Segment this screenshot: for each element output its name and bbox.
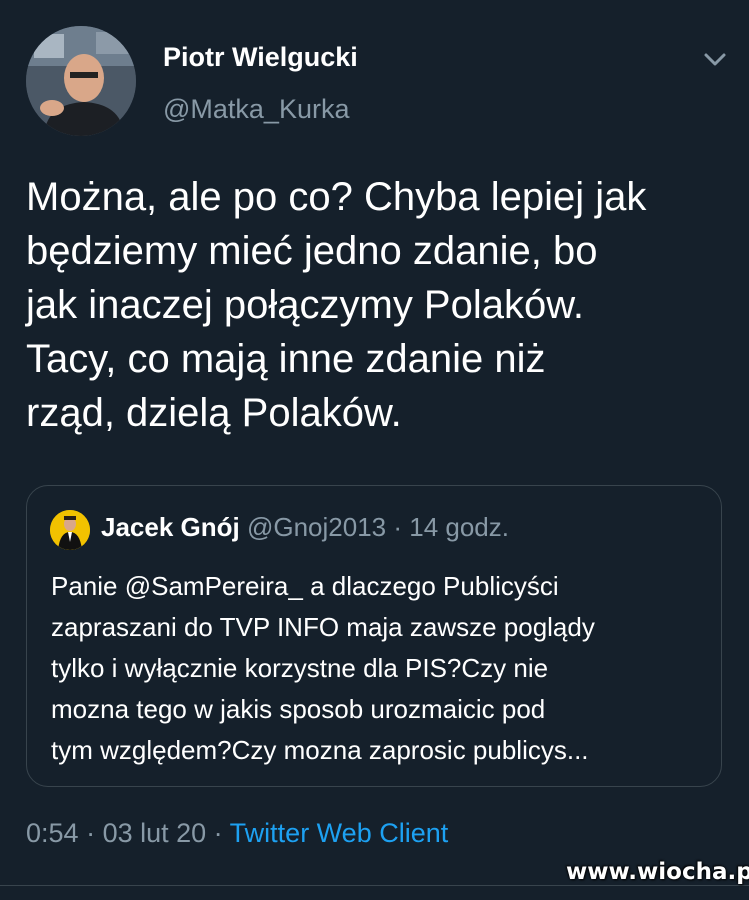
quoted-author-handle: @Gnoj2013 (246, 512, 387, 542)
quoted-text-line: tylko i wyłącznie korzystne dla PIS?Czy … (51, 653, 549, 683)
divider (0, 885, 749, 886)
tweet: Piotr Wielgucki @Matka_Kurka Można, ale … (0, 0, 749, 900)
quoted-text-line: zapraszani do TVP INFO maja zawsze poglą… (51, 612, 595, 642)
author-name[interactable]: Piotr Wielgucki (163, 42, 358, 73)
tweet-text-line: będziemy mieć jedno zdanie, bo (26, 229, 598, 273)
quoted-time: 14 godz. (409, 512, 509, 542)
footer-separator: · (206, 818, 230, 848)
quoted-separator: · (386, 512, 410, 542)
tweet-client-link[interactable]: Twitter Web Client (230, 818, 449, 848)
quoted-text-line: mozna tego w jakis sposob urozmaicic pod (51, 694, 546, 724)
footer-separator: · (78, 818, 103, 848)
tweet-date[interactable]: 03 lut 20 (103, 818, 207, 848)
quoted-author-name: Jacek Gnój (101, 512, 240, 542)
author-avatar[interactable] (26, 26, 136, 136)
quoted-tweet[interactable]: Jacek Gnój @Gnoj2013 · 14 godz. Panie @S… (26, 485, 722, 787)
tweet-time[interactable]: 0:54 (26, 818, 79, 848)
tweet-text-line: Można, ale po co? Chyba lepiej jak (26, 175, 647, 219)
quoted-text-line: tym względem?Czy mozna zaprosic publicys… (51, 735, 589, 765)
chevron-down-icon[interactable] (700, 46, 730, 72)
tweet-text-line: rząd, dzielą Polaków. (26, 391, 402, 435)
quoted-avatar (50, 510, 90, 550)
tweet-text-line: jak inaczej połączymy Polaków. (26, 283, 585, 327)
watermark: www.wiocha.pl (566, 859, 749, 885)
quoted-text-line: Panie @SamPereira_ a dlaczego Publicyści (51, 571, 559, 601)
quoted-header: Jacek Gnój @Gnoj2013 · 14 godz. (101, 512, 509, 543)
author-handle[interactable]: @Matka_Kurka (163, 94, 349, 125)
quoted-text: Panie @SamPereira_ a dlaczego Publicyści… (51, 566, 701, 771)
tweet-footer: 0:54 · 03 lut 20 · Twitter Web Client (26, 818, 448, 849)
tweet-text-line: Tacy, co mają inne zdanie niż (26, 337, 546, 381)
tweet-text: Można, ale po co? Chyba lepiej jak będzi… (26, 170, 726, 440)
